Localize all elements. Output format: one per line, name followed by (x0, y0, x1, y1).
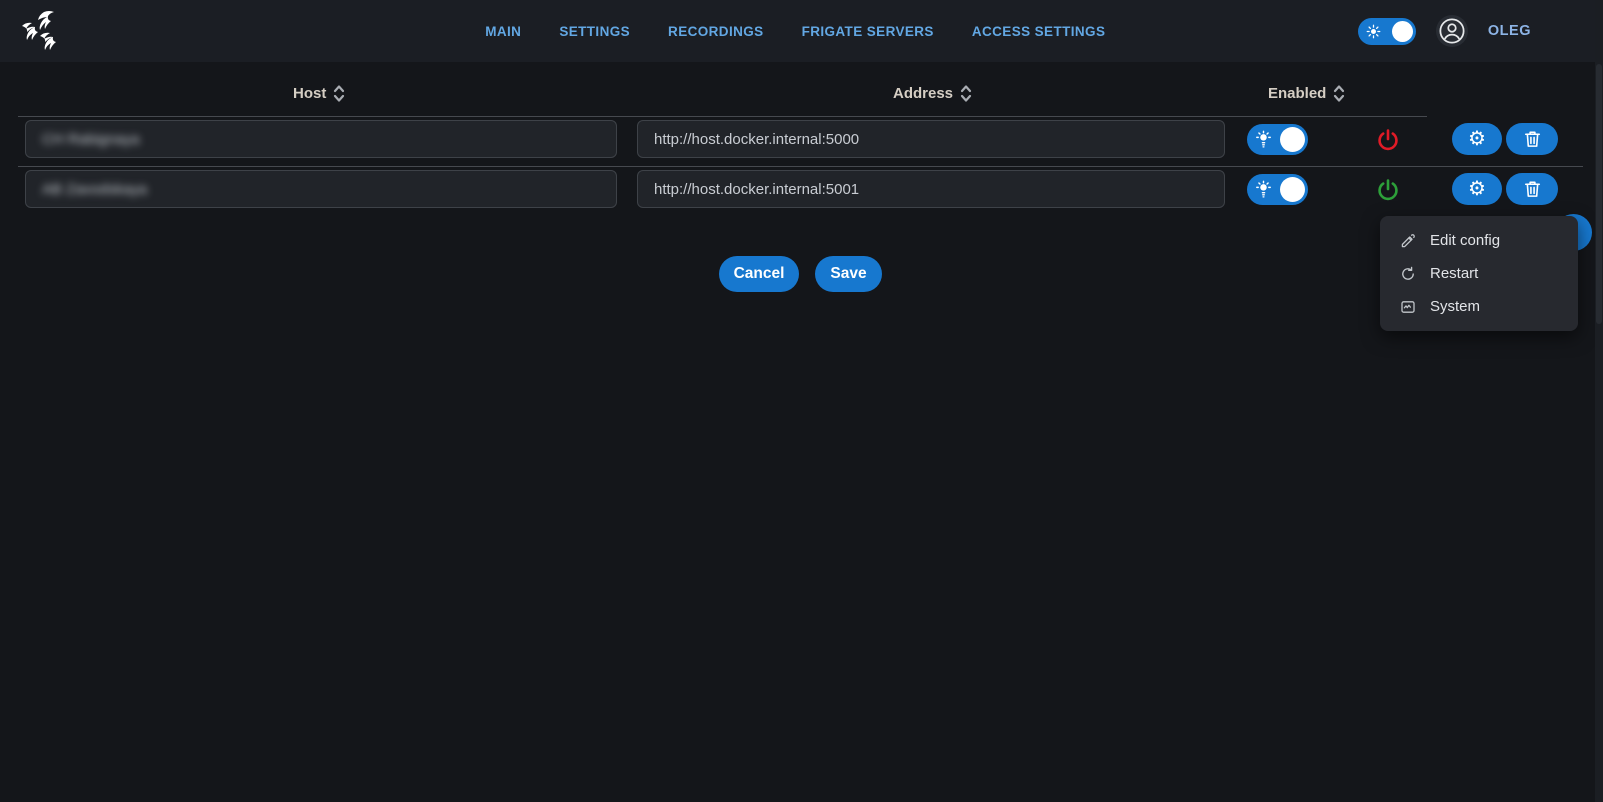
host-input[interactable]: AB Zavodskaya (25, 170, 617, 208)
row-divider (18, 166, 1583, 167)
top-navbar: MAIN SETTINGS RECORDINGS FRIGATE SERVERS… (0, 0, 1603, 62)
header-right-controls: OLEG (1358, 0, 1531, 62)
nav-main[interactable]: MAIN (485, 24, 521, 39)
address-input[interactable] (637, 120, 1225, 158)
sun-icon (1366, 24, 1381, 39)
enabled-toggle[interactable] (1247, 124, 1308, 155)
nav-access-settings[interactable]: ACCESS SETTINGS (972, 24, 1106, 39)
edit-icon (1400, 233, 1416, 249)
restart-icon (1400, 266, 1416, 282)
menu-item-system[interactable]: System (1380, 290, 1578, 323)
host-input[interactable]: CH Rabignaya (25, 120, 617, 158)
nav-recordings[interactable]: RECORDINGS (668, 24, 764, 39)
enabled-column-label: Enabled (1268, 85, 1326, 102)
user-avatar[interactable] (1436, 15, 1468, 47)
menu-item-edit-config[interactable]: Edit config (1380, 224, 1578, 257)
server-settings-button[interactable]: ⚙ (1452, 123, 1502, 155)
server-settings-menu: Edit config Restart System (1380, 216, 1578, 331)
column-header-host[interactable]: Host (293, 84, 346, 103)
theme-toggle[interactable] (1358, 18, 1416, 45)
host-value-blurred: CH Rabignaya (42, 131, 140, 148)
menu-item-label: Edit config (1430, 232, 1500, 249)
gear-icon: ⚙ (1468, 129, 1486, 149)
lightbulb-icon (1255, 130, 1272, 149)
delete-server-button[interactable] (1506, 173, 1558, 205)
menu-item-label: Restart (1430, 265, 1478, 282)
menu-item-restart[interactable]: Restart (1380, 257, 1578, 290)
sort-icon (332, 84, 346, 103)
scrollbar-thumb[interactable] (1596, 64, 1602, 324)
save-button[interactable]: Save (815, 256, 882, 292)
nav-settings[interactable]: SETTINGS (559, 24, 630, 39)
host-value-blurred: AB Zavodskaya (42, 181, 147, 198)
sort-icon (1332, 84, 1346, 103)
column-header-address[interactable]: Address (893, 84, 973, 103)
enabled-toggle-knob (1280, 127, 1305, 152)
main-nav: MAIN SETTINGS RECORDINGS FRIGATE SERVERS… (485, 0, 1105, 62)
enabled-toggle-knob (1280, 177, 1305, 202)
theme-toggle-knob (1392, 21, 1413, 42)
host-column-label: Host (293, 85, 326, 102)
person-icon (1437, 16, 1467, 46)
nav-frigate-servers[interactable]: FRIGATE SERVERS (802, 24, 934, 39)
system-icon (1400, 299, 1416, 315)
power-status-icon (1376, 178, 1400, 202)
delete-server-button[interactable] (1506, 123, 1558, 155)
power-status-icon (1376, 128, 1400, 152)
gear-icon: ⚙ (1468, 179, 1486, 199)
address-column-label: Address (893, 85, 953, 102)
enabled-toggle[interactable] (1247, 174, 1308, 205)
cancel-button[interactable]: Cancel (719, 256, 799, 292)
column-header-enabled[interactable]: Enabled (1268, 84, 1346, 103)
trash-icon (1523, 179, 1542, 199)
sort-icon (959, 84, 973, 103)
menu-item-label: System (1430, 298, 1480, 315)
username-label[interactable]: OLEG (1488, 23, 1531, 39)
vertical-scrollbar[interactable] (1595, 0, 1603, 802)
header-divider (18, 116, 1427, 117)
trash-icon (1523, 129, 1542, 149)
server-settings-button[interactable]: ⚙ (1452, 173, 1502, 205)
lightbulb-icon (1255, 180, 1272, 199)
address-input[interactable] (637, 170, 1225, 208)
frigate-birds-logo[interactable] (14, 8, 62, 54)
